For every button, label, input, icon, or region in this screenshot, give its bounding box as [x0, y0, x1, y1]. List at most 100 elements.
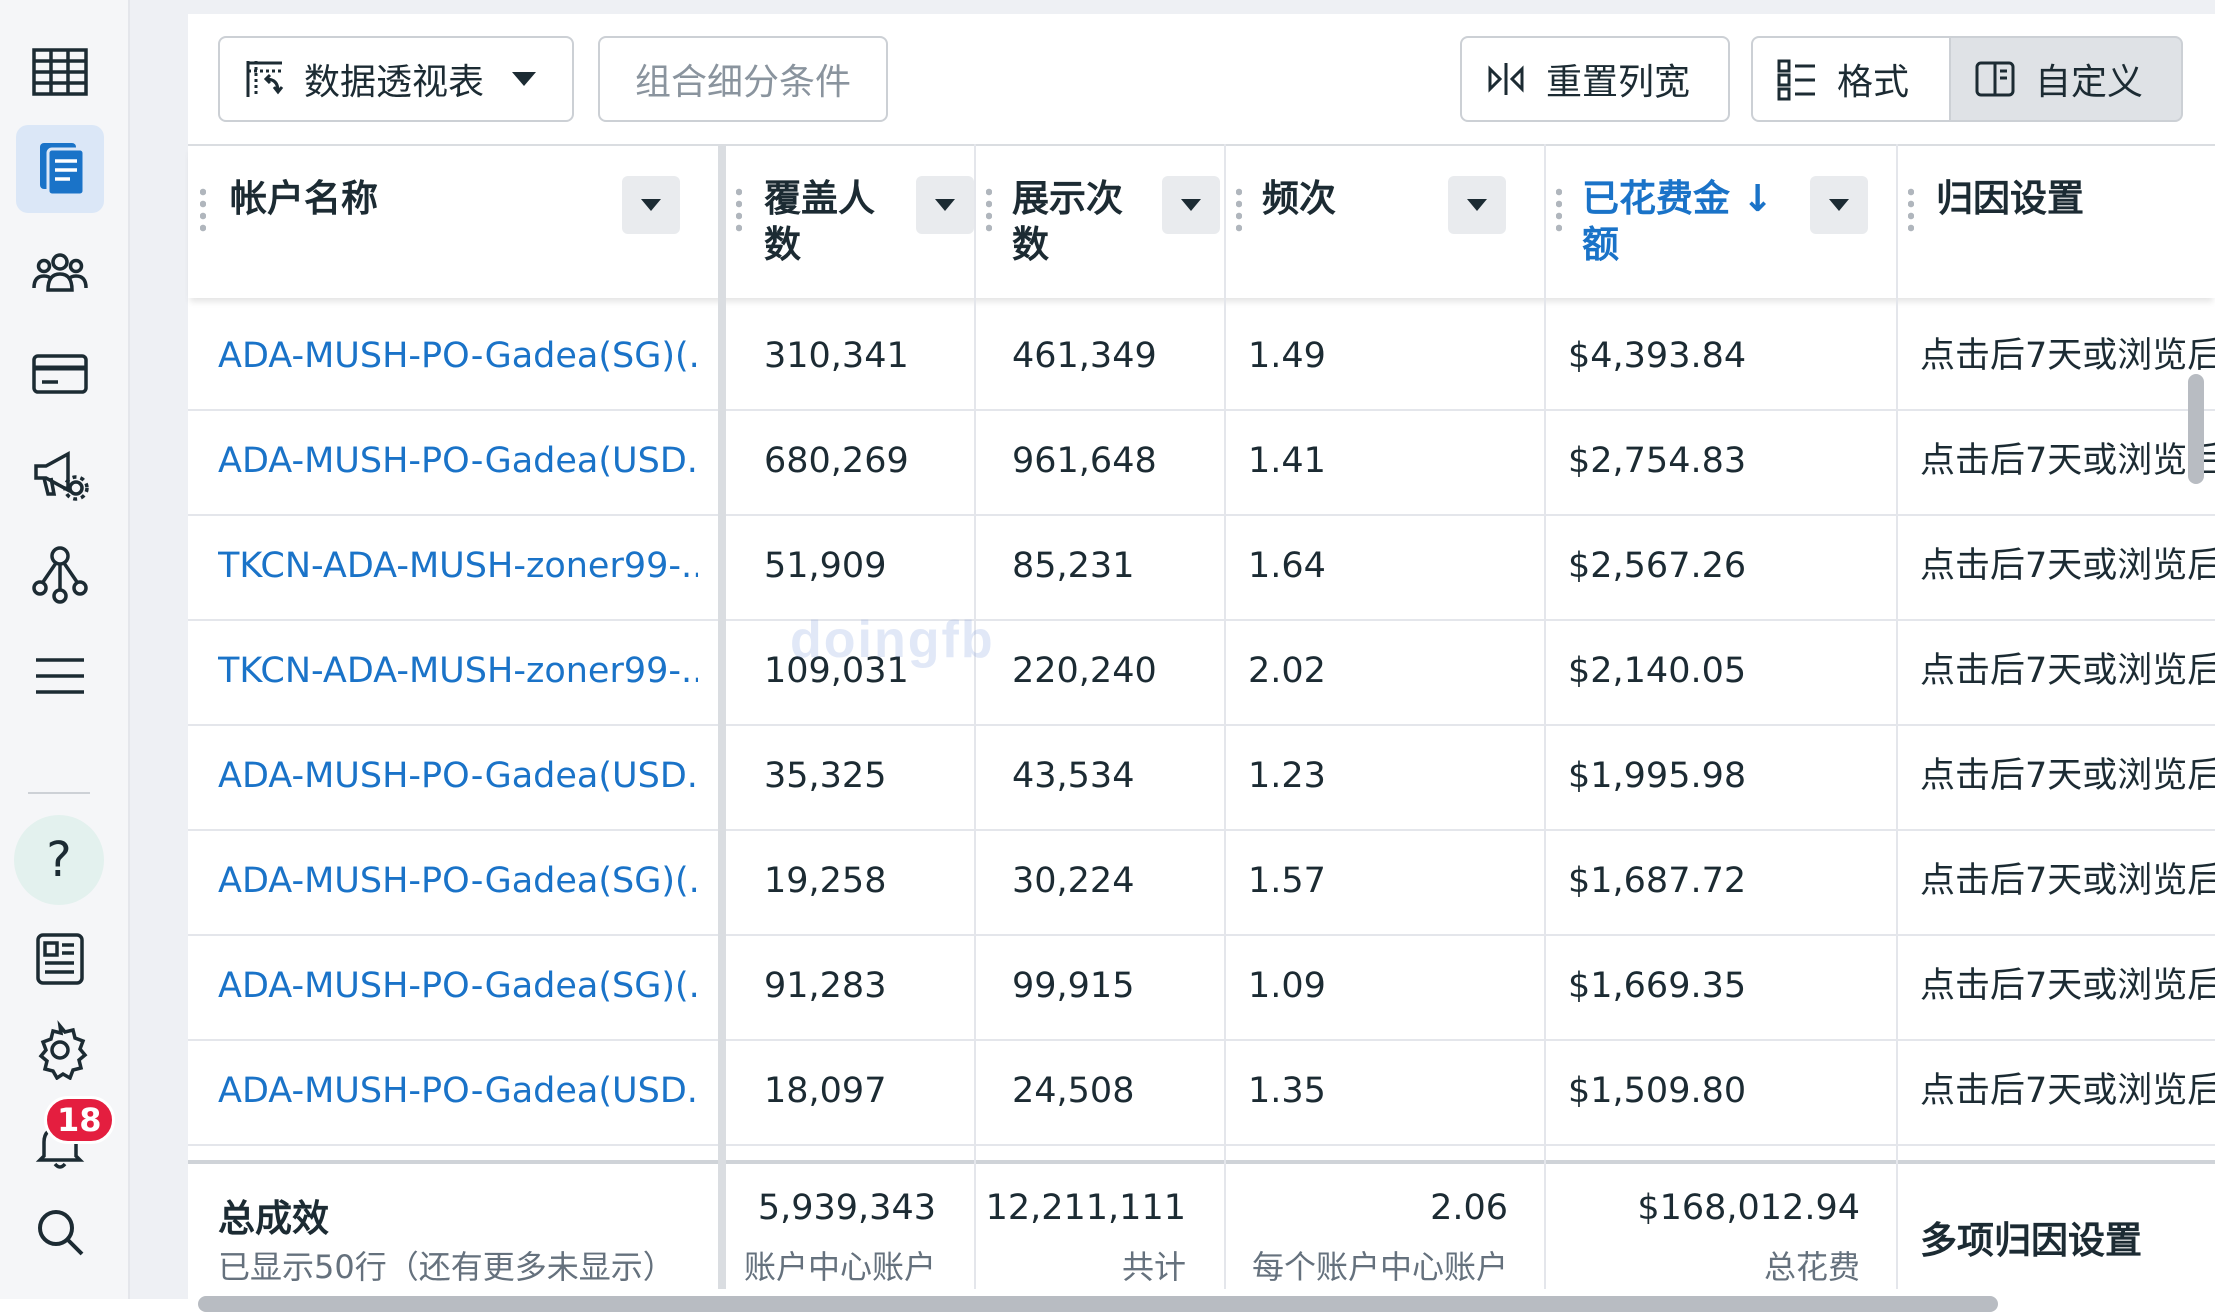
news-icon[interactable] [16, 915, 104, 1003]
table-row[interactable]: TKCN-ADA-MUSH-zoner99-... 51,909 85,231 1.6… [188, 514, 2215, 621]
spend-cell: $1,509.80 [1568, 1071, 1747, 1111]
summary-frequency: 2.06 [1430, 1188, 1508, 1228]
column-drag-handle[interactable] [986, 186, 992, 232]
summary-reach: 5,939,343 [757, 1188, 936, 1228]
customize-button[interactable]: 自定义 [1951, 36, 2183, 122]
summary-subtitle: 已显示50行（还有更多未显示） [218, 1248, 675, 1286]
format-button[interactable]: 格式 [1751, 36, 1951, 122]
report-table-panel: 数据透视表 组合细分条件 重置列宽 格式 自定义 帐户名称 覆盖人 数 展示次 … [188, 14, 2215, 1312]
people-group-icon[interactable] [16, 228, 104, 316]
chevron-down-icon [512, 72, 537, 86]
column-menu-button[interactable] [1448, 176, 1506, 234]
column-drag-handle[interactable] [736, 186, 742, 232]
menu-icon[interactable] [16, 632, 104, 720]
column-separator [1896, 144, 1898, 1289]
column-drag-handle[interactable] [200, 186, 206, 232]
reach-cell: 91,283 [764, 966, 887, 1006]
column-separator-frozen[interactable] [718, 144, 726, 1289]
reset-column-width-label: 重置列宽 [1546, 62, 1691, 103]
help-icon[interactable]: ? [14, 815, 104, 905]
table-header-row: 帐户名称 覆盖人 数 展示次 数 频次 已花费金 ↓ 额 归因设置 [188, 144, 2215, 298]
frequency-cell: 1.41 [1248, 441, 1326, 481]
chevron-down-icon [641, 199, 661, 211]
credit-card-icon[interactable] [16, 330, 104, 418]
column-header-account-name[interactable]: 帐户名称 [188, 146, 718, 298]
column-menu-button[interactable] [1810, 176, 1868, 234]
column-drag-handle[interactable] [1908, 186, 1914, 232]
table-row[interactable]: TKCN-ADA-MUSH-zoner99-... 109,031 220,240 2… [188, 619, 2215, 726]
column-menu-button[interactable] [916, 176, 974, 234]
breakdown-conditions-label: 组合细分条件 [634, 62, 851, 103]
frequency-cell: 1.23 [1248, 756, 1326, 796]
breakdown-conditions-button[interactable]: 组合细分条件 [598, 36, 888, 122]
column-drag-handle[interactable] [1556, 186, 1562, 232]
account-name-link[interactable]: ADA-MUSH-PO-Gadea(SG)(... [218, 829, 698, 934]
search-icon[interactable] [16, 1188, 104, 1276]
reset-column-width-button[interactable]: 重置列宽 [1460, 36, 1730, 122]
column-separator [974, 144, 976, 1289]
left-nav-rail: ? 18 [0, 0, 130, 1299]
column-drag-handle[interactable] [1236, 186, 1242, 232]
column-header-frequency[interactable]: 频次 [1224, 146, 1544, 298]
table-row[interactable]: ADA-MUSH-PO-Gadea(SG)(... 310,341 461,349 1… [188, 304, 2215, 411]
account-name-link[interactable]: ADA-MUSH-PO-Gadea(USD... [218, 1039, 698, 1144]
attribution-cell: 点击后7天或浏览后1天 [1920, 546, 2215, 586]
spend-cell: $1,995.98 [1568, 756, 1747, 796]
column-header-attribution[interactable]: 归因设置 [1896, 146, 2215, 298]
spend-cell: $1,669.35 [1568, 966, 1747, 1006]
format-label: 格式 [1837, 62, 1910, 103]
spend-cell: $4,393.84 [1568, 336, 1747, 376]
impressions-cell: 85,231 [1012, 546, 1135, 586]
table-summary-row: 总成效 已显示50行（还有更多未显示） 5,939,343 账户中心账户 12,… [188, 1160, 2215, 1294]
watermark-text: doingfb [790, 611, 995, 669]
column-header-reach[interactable]: 覆盖人 数 [726, 146, 974, 298]
account-name-link[interactable]: ADA-MUSH-PO-Gadea(USD... [218, 409, 698, 514]
spend-cell: $2,567.26 [1568, 546, 1747, 586]
column-label: 已花费金 [1582, 177, 1730, 220]
frequency-cell: 1.35 [1248, 1071, 1326, 1111]
column-menu-button[interactable] [622, 176, 680, 234]
pages-icon[interactable] [16, 125, 104, 213]
pivot-table-label: 数据透视表 [304, 62, 485, 103]
attribution-cell: 点击后7天或浏览后1天 [1920, 336, 2215, 376]
column-header-amount-spent[interactable]: 已花费金 ↓ 额 [1544, 146, 1896, 298]
summary-spend-label: 总花费 [1763, 1248, 1860, 1286]
column-separator [1224, 144, 1226, 1289]
account-name-link[interactable]: TKCN-ADA-MUSH-zoner99-... [218, 514, 698, 619]
megaphone-gear-icon[interactable] [16, 430, 104, 518]
impressions-cell: 461,349 [1012, 336, 1157, 376]
impressions-cell: 99,915 [1012, 966, 1135, 1006]
summary-title: 总成效 [218, 1197, 329, 1240]
spend-cell: $2,754.83 [1568, 441, 1747, 481]
impressions-cell: 961,648 [1012, 441, 1157, 481]
settings-gear-icon[interactable] [16, 1006, 104, 1094]
vertical-scrollbar[interactable] [2188, 374, 2204, 484]
summary-impressions: 12,211,111 [985, 1188, 1186, 1228]
summary-reach-label: 账户中心账户 [743, 1248, 936, 1286]
table-row[interactable]: ADA-MUSH-PO-Gadea(USD... 680,269 961,648 1.… [188, 409, 2215, 516]
frequency-cell: 1.64 [1248, 546, 1326, 586]
account-name-link[interactable]: TKCN-ADA-MUSH-zoner99-... [218, 619, 698, 724]
table-row[interactable]: ADA-MUSH-PO-Gadea(USD... 35,325 43,534 1.23… [188, 724, 2215, 831]
table-icon[interactable] [16, 28, 104, 116]
column-menu-button[interactable] [1162, 176, 1220, 234]
account-name-link[interactable]: ADA-MUSH-PO-Gadea(SG)(... [218, 304, 698, 409]
account-name-link[interactable]: ADA-MUSH-PO-Gadea(USD... [218, 724, 698, 829]
frequency-cell: 1.09 [1248, 966, 1326, 1006]
table-row[interactable]: ADA-MUSH-PO-Gadea(SG)(... 19,258 30,224 1.5… [188, 829, 2215, 936]
table-row[interactable]: ADA-MUSH-PO-Gadea(SG)(... 91,283 99,915 1.0… [188, 934, 2215, 1041]
pivot-table-dropdown[interactable]: 数据透视表 [218, 36, 574, 122]
horizontal-scrollbar[interactable] [198, 1296, 1998, 1312]
help-glyph: ? [46, 832, 72, 888]
table-row[interactable]: ADA-MUSH-PO-Gadea(USD... 18,097 24,508 1.35… [188, 1039, 2215, 1146]
reach-cell: 51,909 [764, 546, 887, 586]
account-name-link[interactable]: ADA-MUSH-PO-Gadea(SG)(... [218, 934, 698, 1039]
chevron-down-icon [1181, 199, 1201, 211]
reach-cell: 18,097 [764, 1071, 887, 1111]
summary-attribution: 多项归因设置 [1920, 1219, 2142, 1262]
chevron-down-icon [1829, 199, 1849, 211]
spend-cell: $2,140.05 [1568, 651, 1747, 691]
network-icon[interactable] [16, 530, 104, 618]
attribution-cell: 点击后7天或浏览后1天 [1920, 756, 2215, 796]
column-header-impressions[interactable]: 展示次 数 [974, 146, 1224, 298]
